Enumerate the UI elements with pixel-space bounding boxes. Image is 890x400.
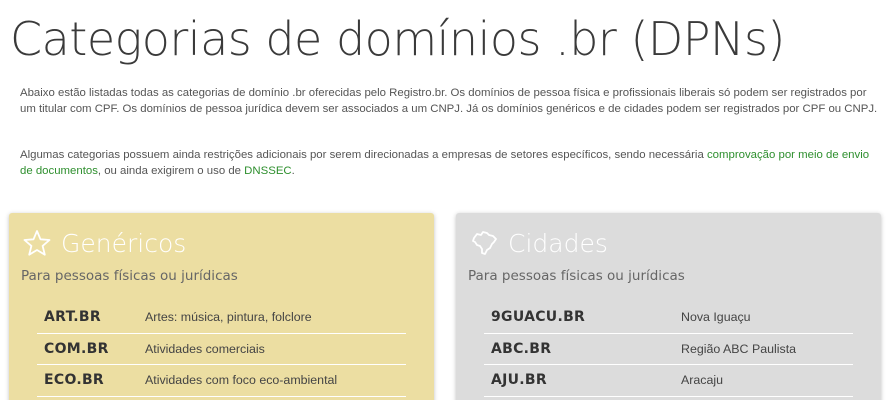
- restrictions-text-middle: , ou ainda exigirem o uso de: [97, 164, 245, 177]
- brazil-map-icon: [472, 231, 497, 255]
- domain-name: ABC.BR: [491, 340, 552, 357]
- restrictions-paragraph: Algumas categorias possuem ainda restriç…: [20, 148, 880, 179]
- domain-row[interactable]: AJU.BR Aracaju: [484, 365, 853, 397]
- card-header: Cidades: [470, 227, 608, 259]
- domain-row[interactable]: 9GUACU.BR Nova Iguaçu: [484, 302, 853, 334]
- dnssec-link[interactable]: DNSSEC: [244, 165, 291, 177]
- restrictions-text-prefix: Algumas categorias possuem ainda restriç…: [20, 149, 707, 161]
- card-subtitle: Para pessoas físicas ou jurídicas: [21, 268, 238, 284]
- card-title: Cidades: [508, 228, 608, 258]
- domain-list: 9GUACU.BR Nova Iguaçu ABC.BR Região ABC …: [484, 302, 853, 397]
- page-title: Categorias de domínios .br (DPNs): [10, 12, 785, 66]
- intro-paragraph: Abaixo estão listadas todas as categoria…: [20, 87, 878, 115]
- domain-description: Região ABC Paulista: [681, 341, 797, 356]
- domain-list: ART.BR Artes: música, pintura, folclore …: [37, 302, 406, 397]
- card-header: Genéricos: [23, 227, 186, 259]
- domain-row[interactable]: COM.BR Atividades comerciais: [37, 334, 406, 365]
- domain-description: Nova Iguaçu: [681, 310, 751, 325]
- domain-description: Aracaju: [681, 373, 724, 388]
- domain-description: Atividades comerciais: [145, 341, 265, 356]
- domain-name: AJU.BR: [491, 372, 547, 389]
- card-title: Genéricos: [61, 228, 187, 258]
- star-icon: [23, 230, 51, 256]
- restrictions-text-suffix: .: [291, 164, 295, 177]
- domain-name: 9GUACU.BR: [491, 309, 586, 326]
- domain-row[interactable]: ECO.BR Atividades com foco eco-ambiental: [37, 365, 406, 397]
- domain-name: ART.BR: [44, 309, 101, 326]
- city-domains-card: Cidades Para pessoas físicas ou jurídica…: [456, 213, 881, 400]
- domain-row[interactable]: ABC.BR Região ABC Paulista: [484, 334, 853, 365]
- domain-name: ECO.BR: [44, 372, 105, 389]
- domain-name: COM.BR: [44, 340, 109, 357]
- generic-domains-card: Genéricos Para pessoas físicas ou jurídi…: [9, 213, 434, 400]
- domain-row[interactable]: ART.BR Artes: música, pintura, folclore: [37, 302, 406, 334]
- card-subtitle: Para pessoas físicas ou jurídicas: [468, 268, 685, 284]
- domain-description: Atividades com foco eco-ambiental: [145, 373, 338, 388]
- domain-description: Artes: música, pintura, folclore: [145, 310, 312, 325]
